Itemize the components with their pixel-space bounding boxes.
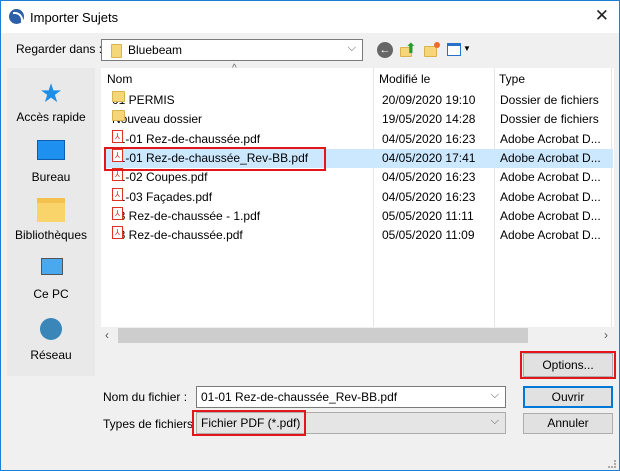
- sidebar-item-network[interactable]: Réseau: [7, 318, 95, 362]
- file-row[interactable]: ⅄ 01-03 Façades.pdf 04/05/2020 16:23 Ado…: [105, 187, 613, 207]
- sidebar-item-desktop[interactable]: Bureau: [7, 140, 95, 184]
- file-modified: 05/05/2020 11:09: [382, 228, 475, 243]
- chevron-down-icon: ⌵: [490, 415, 499, 427]
- desktop-icon: [37, 140, 65, 160]
- file-name: 01-03 Façades.pdf: [112, 189, 213, 204]
- libraries-icon: [37, 198, 65, 222]
- up-folder-icon[interactable]: ⬆: [400, 40, 417, 58]
- file-modified: 05/05/2020 11:11: [382, 208, 474, 223]
- window-title: Importer Sujets: [30, 10, 119, 25]
- sidebar-item-label: Bibliothèques: [14, 228, 88, 242]
- file-row[interactable]: 01 PERMIS 20/09/2020 19:10 Dossier de fi…: [105, 91, 613, 110]
- file-type: Adobe Acrobat D...: [500, 150, 601, 165]
- scroll-left-icon[interactable]: ‹: [105, 328, 109, 342]
- file-name: 01-01 Rez-de-chaussée.pdf: [112, 131, 261, 146]
- file-type: Dossier de fichiers: [500, 93, 599, 107]
- close-button[interactable]: ✕: [595, 6, 609, 26]
- filename-label: Nom du fichier :: [103, 390, 188, 404]
- lookin-label: Regarder dans :: [16, 42, 103, 56]
- pdf-file-icon: ⅄: [112, 187, 123, 201]
- file-name: 03 Rez-de-chaussée.pdf: [112, 228, 243, 243]
- file-list[interactable]: ^ Nom Modifié le Type 01 PERMIS 20/09/20…: [101, 63, 614, 345]
- file-row[interactable]: Nouveau dossier 19/05/2020 14:28 Dossier…: [105, 110, 613, 129]
- column-header-name[interactable]: Nom: [107, 72, 132, 86]
- chevron-down-icon: ⌵: [347, 42, 356, 54]
- file-row[interactable]: ⅄ 01-02 Coupes.pdf 04/05/2020 16:23 Adob…: [105, 168, 613, 187]
- options-highlight-box: [520, 351, 616, 379]
- file-name: 03 Rez-de-chaussée - 1.pdf: [112, 208, 261, 223]
- new-folder-icon[interactable]: [424, 42, 440, 58]
- title-bar: Importer Sujets ✕: [1, 1, 619, 33]
- file-modified: 19/05/2020 14:28: [382, 112, 476, 127]
- file-type: Adobe Acrobat D...: [500, 208, 601, 223]
- file-row[interactable]: ⅄ 03 Rez-de-chaussée - 1.pdf 05/05/2020 …: [105, 206, 613, 226]
- file-modified: 04/05/2020 16:23: [382, 189, 476, 204]
- computer-icon: [41, 258, 63, 275]
- file-type: Adobe Acrobat D...: [500, 189, 601, 204]
- pdf-file-icon: ⅄: [112, 129, 123, 143]
- file-name: Nouveau dossier: [112, 112, 203, 127]
- filetype-label: Types de fichiers :: [103, 417, 200, 431]
- lookin-value: Bluebeam: [128, 43, 183, 57]
- cancel-button[interactable]: Annuler: [523, 413, 613, 434]
- network-icon: [40, 318, 62, 340]
- filename-value: 01-01 Rez-de-chaussée_Rev-BB.pdf: [201, 390, 398, 404]
- file-type: Adobe Acrobat D...: [500, 131, 601, 146]
- bluebeam-app-icon: [9, 9, 24, 24]
- sidebar-item-label: Bureau: [31, 170, 71, 184]
- sidebar-item-quick-access[interactable]: ★ Accès rapide: [7, 80, 95, 124]
- sidebar-item-label: Ce PC: [33, 287, 69, 301]
- chevron-down-icon[interactable]: ⌵: [491, 389, 499, 402]
- horizontal-scrollbar[interactable]: ‹ ›: [101, 327, 614, 345]
- view-menu-icon[interactable]: ▼: [447, 42, 471, 58]
- file-modified: 04/05/2020 16:23: [382, 170, 476, 185]
- resize-grip-icon[interactable]: [608, 460, 616, 468]
- places-sidebar: ★ Accès rapide Bureau Bibliothèques Ce P…: [7, 68, 95, 376]
- sidebar-item-label: Accès rapide: [16, 110, 86, 124]
- back-icon[interactable]: ←: [377, 42, 393, 58]
- file-name: 01-02 Coupes.pdf: [112, 170, 208, 185]
- column-header-type[interactable]: Type: [499, 72, 525, 86]
- file-type: Adobe Acrobat D...: [500, 228, 601, 243]
- file-modified: 20/09/2020 19:10: [382, 93, 476, 107]
- file-modified: 04/05/2020 17:41: [382, 150, 476, 165]
- sidebar-item-this-pc[interactable]: Ce PC: [7, 258, 95, 301]
- file-row[interactable]: ⅄ 01-01 Rez-de-chaussée.pdf 04/05/2020 1…: [105, 129, 613, 149]
- list-header: Nom Modifié le Type: [101, 68, 601, 90]
- filename-input[interactable]: 01-01 Rez-de-chaussée_Rev-BB.pdf ⌵: [196, 386, 506, 408]
- folder-icon: [112, 91, 125, 102]
- selection-highlight-box: [104, 147, 326, 171]
- file-type: Dossier de fichiers: [500, 112, 599, 127]
- open-button[interactable]: Ouvrir: [523, 386, 613, 408]
- file-row[interactable]: ⅄ 03 Rez-de-chaussée.pdf 05/05/2020 11:0…: [105, 226, 613, 245]
- scrollbar-thumb[interactable]: [118, 328, 528, 343]
- scroll-right-icon[interactable]: ›: [604, 328, 608, 342]
- file-modified: 04/05/2020 16:23: [382, 131, 476, 146]
- sidebar-item-label: Réseau: [30, 348, 72, 362]
- filetype-highlight-box: [192, 410, 306, 436]
- lookin-combobox[interactable]: Bluebeam ⌵: [101, 39, 363, 61]
- folder-icon: [111, 44, 122, 58]
- file-type: Adobe Acrobat D...: [500, 170, 601, 185]
- star-icon: ★: [39, 78, 63, 108]
- folder-icon: [112, 110, 125, 122]
- pdf-file-icon: ⅄: [112, 226, 123, 240]
- sidebar-item-libraries[interactable]: Bibliothèques: [7, 198, 95, 242]
- pdf-file-icon: ⅄: [112, 206, 123, 220]
- import-dialog: Importer Sujets ✕ Regarder dans : Bluebe…: [0, 0, 620, 471]
- column-header-modified[interactable]: Modifié le: [379, 72, 430, 86]
